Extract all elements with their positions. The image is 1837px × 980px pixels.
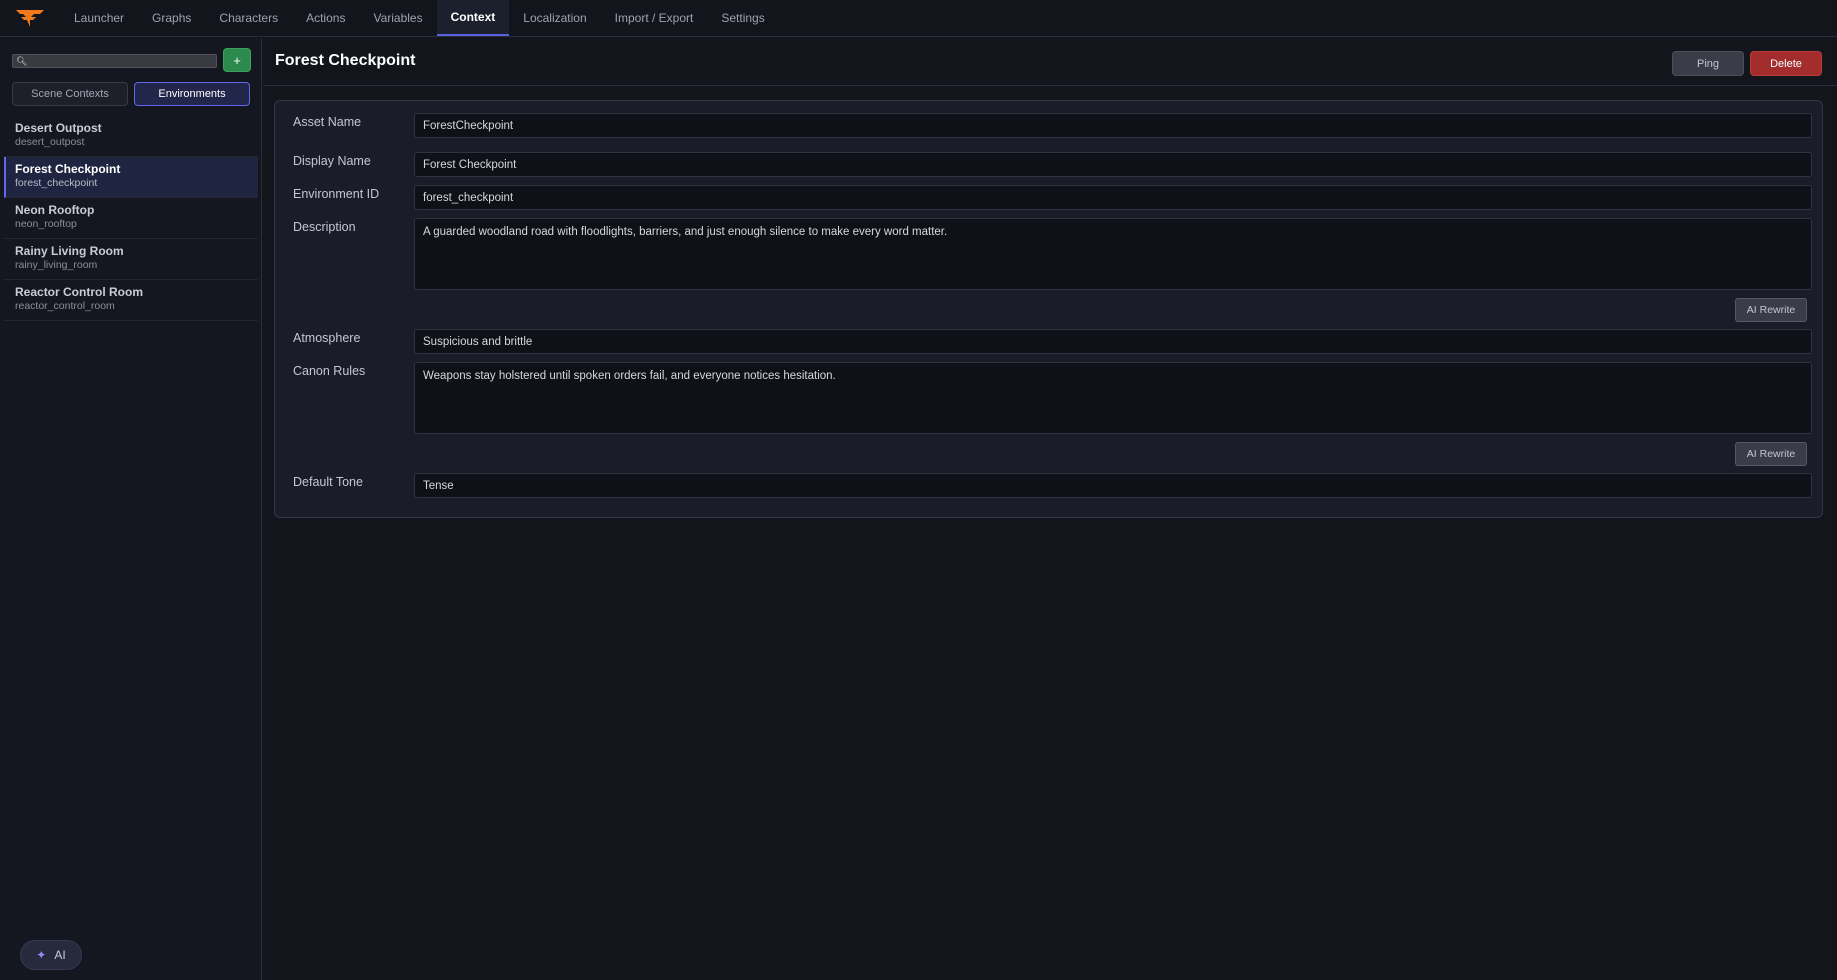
top-nav-bar: Launcher Graphs Characters Actions Varia…	[0, 0, 1837, 37]
ai-button-label: AI	[54, 948, 66, 962]
list-item-id: forest_checkpoint	[15, 177, 98, 189]
description-field[interactable]: A guarded woodland road with floodlights…	[414, 218, 1812, 290]
add-environment-button[interactable]: +	[223, 48, 251, 72]
atmosphere-label: Atmosphere	[293, 331, 361, 345]
tab-context[interactable]: Context	[436, 0, 510, 36]
context-type-toggle: Scene Contexts Environments	[12, 82, 250, 106]
environment-id-field[interactable]	[414, 185, 1812, 210]
list-item-name: Desert Outpost	[15, 121, 102, 135]
search-icon: 🔍︎	[16, 55, 28, 66]
list-item-id: reactor_control_room	[15, 300, 115, 312]
main-content: Forest Checkpoint Ping Delete Asset Name…	[263, 38, 1837, 980]
canon-rules-field[interactable]: Weapons stay holstered until spoken orde…	[414, 362, 1812, 434]
list-item-name: Forest Checkpoint	[15, 162, 121, 176]
asset-name-field[interactable]	[414, 113, 1812, 138]
list-item-name: Neon Rooftop	[15, 203, 95, 217]
tab-characters[interactable]: Characters	[205, 0, 292, 36]
list-item[interactable]: Rainy Living Room rainy_living_room	[4, 239, 258, 280]
list-item[interactable]: Neon Rooftop neon_rooftop	[4, 198, 258, 239]
display-name-field[interactable]	[414, 152, 1812, 177]
ai-assistant-button[interactable]: ✦ AI	[20, 940, 82, 970]
main-nav: Launcher Graphs Characters Actions Varia…	[60, 0, 779, 36]
list-item-name: Rainy Living Room	[15, 244, 124, 258]
list-item-id: desert_outpost	[15, 136, 85, 148]
tab-launcher[interactable]: Launcher	[60, 0, 138, 36]
tab-import-export[interactable]: Import / Export	[601, 0, 708, 36]
description-label: Description	[293, 220, 356, 234]
detail-header: Forest Checkpoint Ping Delete	[263, 38, 1837, 86]
canon-rules-label: Canon Rules	[293, 364, 366, 378]
search-row: 🔍︎ +	[12, 48, 252, 72]
tab-actions[interactable]: Actions	[292, 0, 359, 36]
atmosphere-field[interactable]	[414, 329, 1812, 354]
tab-settings[interactable]: Settings	[707, 0, 778, 36]
list-item-id: neon_rooftop	[15, 218, 77, 230]
list-item-name: Reactor Control Room	[15, 285, 144, 299]
environment-list: Desert Outpost desert_outpost Forest Che…	[4, 116, 258, 321]
tab-variables[interactable]: Variables	[359, 0, 436, 36]
tab-graphs[interactable]: Graphs	[138, 0, 205, 36]
asset-name-label: Asset Name	[293, 115, 362, 129]
tab-localization[interactable]: Localization	[509, 0, 600, 36]
list-item[interactable]: Desert Outpost desert_outpost	[4, 116, 258, 157]
environments-toggle[interactable]: Environments	[134, 82, 250, 106]
sparkle-icon: ✦	[36, 948, 47, 962]
page-title: Forest Checkpoint	[275, 52, 416, 69]
delete-button[interactable]: Delete	[1750, 51, 1822, 76]
default-tone-label: Default Tone	[293, 475, 363, 489]
search-input[interactable]	[27, 55, 216, 67]
default-tone-field[interactable]	[414, 473, 1812, 498]
ping-button[interactable]: Ping	[1672, 51, 1744, 76]
display-name-label: Display Name	[293, 154, 371, 168]
list-item-id: rainy_living_room	[15, 259, 98, 271]
bird-logo-icon	[16, 10, 44, 27]
environment-id-label: Environment ID	[293, 187, 380, 201]
environment-form: Asset Name Display Name Environment ID D…	[274, 100, 1823, 518]
sidebar: 🔍︎ + Scene Contexts Environments Desert …	[0, 38, 262, 980]
app-logo[interactable]	[0, 0, 60, 36]
list-item[interactable]: Forest Checkpoint forest_checkpoint	[4, 157, 258, 198]
canon-rules-ai-rewrite-button[interactable]: AI Rewrite	[1735, 442, 1807, 466]
description-ai-rewrite-button[interactable]: AI Rewrite	[1735, 298, 1807, 322]
search-box: 🔍︎	[12, 54, 217, 68]
scene-contexts-toggle[interactable]: Scene Contexts	[12, 82, 128, 106]
list-item[interactable]: Reactor Control Room reactor_control_roo…	[4, 280, 258, 321]
